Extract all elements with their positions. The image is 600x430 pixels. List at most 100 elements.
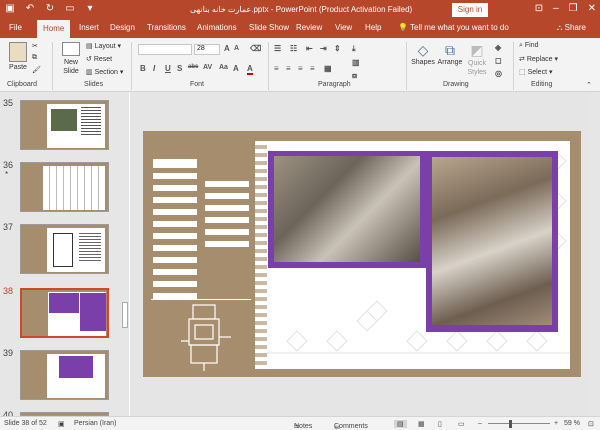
slide-text-block[interactable] xyxy=(153,173,197,179)
font-name-dropdown[interactable] xyxy=(138,44,192,55)
thumbnail-scrollbar[interactable] xyxy=(121,92,129,416)
slide-text-block[interactable] xyxy=(153,221,197,227)
layout-button[interactable]: ▤ Layout ▾ xyxy=(86,42,121,50)
restore-button[interactable]: ❐ xyxy=(569,3,578,14)
shape-outline-icon[interactable]: ◻ xyxy=(495,56,502,65)
bullets-icon[interactable]: ☰ xyxy=(274,44,281,53)
slide-thumbnail[interactable] xyxy=(20,224,109,274)
slide-thumbnail[interactable] xyxy=(20,162,109,212)
slide-text-block[interactable] xyxy=(153,257,197,263)
text-shadow-icon[interactable]: S xyxy=(177,64,182,73)
section-button[interactable]: ▥ Section ▾ xyxy=(86,68,123,76)
tab-slide-show[interactable]: Slide Show xyxy=(249,23,289,32)
save-icon[interactable]: ▣ xyxy=(4,3,16,14)
tab-design[interactable]: Design xyxy=(110,23,135,32)
paste-button[interactable]: Paste xyxy=(6,42,30,71)
bold-icon[interactable]: B xyxy=(140,64,146,73)
font-color-icon[interactable]: A xyxy=(247,64,253,75)
minimize-button[interactable]: – xyxy=(553,3,559,14)
align-left-icon[interactable]: ≡ xyxy=(274,64,279,73)
slide-text-block[interactable] xyxy=(153,197,197,203)
start-slideshow-icon[interactable]: ▭ xyxy=(64,3,76,14)
underline-icon[interactable]: U xyxy=(165,64,171,73)
zoom-out-button[interactable]: – xyxy=(478,420,482,427)
align-right-icon[interactable]: ≡ xyxy=(298,64,303,73)
slide-sorter-icon[interactable]: ▦ xyxy=(418,420,425,428)
align-text-icon[interactable]: ▥ xyxy=(352,58,360,67)
columns-icon[interactable]: ▦ xyxy=(324,64,332,73)
floor-plan-drawing[interactable] xyxy=(181,301,233,371)
italic-icon[interactable]: I xyxy=(153,64,155,73)
spelling-icon[interactable]: ▣ xyxy=(58,420,65,428)
tab-insert[interactable]: Insert xyxy=(79,23,99,32)
quick-styles-button[interactable]: ◩ Quick Styles xyxy=(464,42,490,77)
highlight-icon[interactable]: A xyxy=(233,64,239,73)
slide-text-block[interactable] xyxy=(153,245,197,251)
reset-button[interactable]: ↺ Reset xyxy=(86,55,112,63)
font-size-dropdown[interactable]: 28 xyxy=(194,44,220,55)
undo-icon[interactable]: ↶ xyxy=(24,3,36,14)
collapse-ribbon-icon[interactable]: ⌃ xyxy=(586,81,592,89)
justify-icon[interactable]: ≡ xyxy=(310,64,315,73)
vertical-scrollbar[interactable] xyxy=(590,92,600,416)
close-button[interactable]: ✕ xyxy=(588,3,596,14)
share-button[interactable]: ⛬ Share xyxy=(557,23,586,33)
slide-text-block[interactable] xyxy=(205,181,249,187)
copy-icon[interactable]: ⧉ xyxy=(32,54,37,62)
zoom-level[interactable]: 59 % xyxy=(564,420,580,427)
tab-view[interactable]: View xyxy=(335,23,352,32)
format-painter-icon[interactable]: 🖌 xyxy=(32,66,41,74)
cut-icon[interactable]: ✂ xyxy=(32,42,38,50)
smartart-icon[interactable]: ⧈ xyxy=(352,71,357,81)
new-slide-button[interactable]: New Slide xyxy=(58,42,84,76)
tab-file[interactable]: File xyxy=(9,23,22,32)
slide-text-block[interactable] xyxy=(205,241,249,247)
current-slide[interactable] xyxy=(143,131,581,377)
slide-text-block[interactable] xyxy=(153,159,197,168)
language-indicator[interactable]: Persian (Iran) xyxy=(74,420,116,427)
zoom-slider-track[interactable] xyxy=(488,423,550,424)
slide-text-block[interactable] xyxy=(205,229,249,235)
tab-transitions[interactable]: Transitions xyxy=(147,23,186,32)
photo-frame-1[interactable] xyxy=(268,151,426,268)
slide-text-block[interactable] xyxy=(205,193,249,199)
change-case-icon[interactable]: Aa xyxy=(219,64,228,71)
align-center-icon[interactable]: ≡ xyxy=(286,64,291,73)
slide-text-block[interactable] xyxy=(153,233,197,239)
numbering-icon[interactable]: ☷ xyxy=(290,44,297,53)
ribbon-display-options-icon[interactable]: ⊡ xyxy=(535,3,543,14)
zoom-slider-handle[interactable] xyxy=(509,420,512,428)
shapes-button[interactable]: ◇ Shapes xyxy=(410,42,436,66)
slide-thumbnail[interactable] xyxy=(20,100,109,150)
tell-me-search[interactable]: 💡 Tell me what you want to do xyxy=(398,23,509,32)
tab-animations[interactable]: Animations xyxy=(197,23,237,32)
clear-formatting-icon[interactable]: ⌫ xyxy=(250,44,261,53)
slide-text-block[interactable] xyxy=(205,205,249,211)
fit-to-window-icon[interactable]: ⊡ xyxy=(588,420,594,428)
reading-view-icon[interactable]: ▯ xyxy=(438,420,442,428)
slide-text-block[interactable] xyxy=(153,185,197,191)
shape-effects-icon[interactable]: ◎ xyxy=(495,69,502,78)
slide-thumbnail-selected[interactable] xyxy=(20,288,109,338)
photo-frame-2[interactable] xyxy=(426,151,558,332)
slide-thumbnail[interactable] xyxy=(20,350,109,400)
slide-text-block[interactable] xyxy=(205,217,249,223)
slide-text-block[interactable] xyxy=(153,209,197,215)
character-spacing-icon[interactable]: AV xyxy=(203,64,212,71)
select-button[interactable]: ⬚ Select ▾ xyxy=(519,68,553,76)
strikethrough-icon[interactable]: abc xyxy=(188,64,198,70)
slideshow-view-icon[interactable]: ▭ xyxy=(458,420,465,428)
customize-qat-icon[interactable]: ▾ xyxy=(84,3,96,14)
text-direction-icon[interactable]: ⤓ xyxy=(352,44,356,54)
tab-home[interactable]: Home xyxy=(37,20,71,38)
decrease-font-icon[interactable]: A xyxy=(234,45,239,52)
sign-in-button[interactable]: Sign in xyxy=(452,3,488,17)
building-interior-photo-1[interactable] xyxy=(274,156,420,262)
replace-button[interactable]: ⇄ Replace ▾ xyxy=(519,55,558,63)
tab-help[interactable]: Help xyxy=(365,23,381,32)
redo-icon[interactable]: ↻ xyxy=(44,3,56,14)
slide-text-block[interactable] xyxy=(153,281,197,287)
normal-view-icon[interactable]: ▤ xyxy=(394,420,407,428)
decrease-indent-icon[interactable]: ⇤ xyxy=(306,44,313,53)
shape-fill-icon[interactable]: ◈ xyxy=(495,43,501,52)
